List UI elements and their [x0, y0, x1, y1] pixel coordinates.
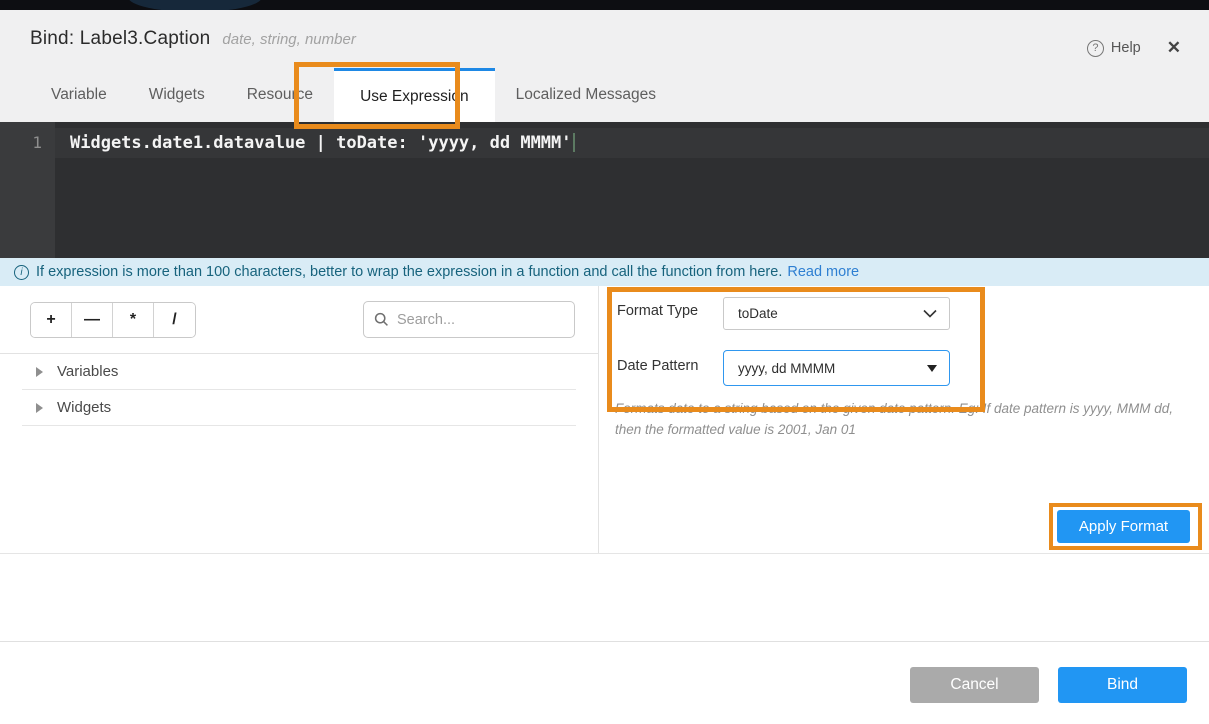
divide-operator-button[interactable]: /: [154, 303, 195, 337]
tab-resource[interactable]: Resource: [226, 68, 334, 122]
header-actions: ? Help ✕: [1087, 36, 1185, 60]
cancel-button[interactable]: Cancel: [910, 667, 1039, 703]
code-text: Widgets.date1.datavalue | toDate: 'yyyy,…: [70, 133, 572, 153]
format-type-value: toDate: [738, 306, 778, 321]
search-icon: [374, 312, 389, 327]
tree-item-variables[interactable]: Variables: [22, 354, 576, 390]
format-type-select[interactable]: toDate: [723, 297, 950, 330]
expression-editor[interactable]: 1 Widgets.date1.datavalue | toDate: 'yyy…: [0, 122, 1209, 258]
dialog-header: Bind: Label3.Caption date, string, numbe…: [0, 10, 1209, 122]
format-description: Formats date to a string based on the gi…: [615, 398, 1203, 440]
help-label: Help: [1111, 40, 1141, 56]
section-divider: [0, 553, 1209, 554]
operator-button-group: + — * /: [30, 302, 196, 338]
tree-item-widgets[interactable]: Widgets: [22, 390, 576, 426]
background-logo-hint: [128, 0, 262, 10]
title-row: Bind: Label3.Caption date, string, numbe…: [30, 28, 356, 50]
footer-divider: [0, 641, 1209, 642]
format-panel: Format Type toDate Date Pattern yyyy, dd…: [598, 286, 1209, 553]
tab-variable[interactable]: Variable: [30, 68, 128, 122]
multiply-operator-button[interactable]: *: [113, 303, 154, 337]
tab-widgets[interactable]: Widgets: [128, 68, 226, 122]
apply-format-button[interactable]: Apply Format: [1057, 510, 1190, 543]
tab-localized-messages[interactable]: Localized Messages: [495, 68, 677, 122]
page-title: Bind: Label3.Caption: [30, 28, 210, 50]
minus-operator-button[interactable]: —: [72, 303, 113, 337]
info-text: If expression is more than 100 character…: [36, 264, 782, 280]
triangle-down-icon: [927, 365, 937, 372]
binding-source-tree: Variables Widgets: [0, 354, 598, 426]
expression-code[interactable]: Widgets.date1.datavalue | toDate: 'yyyy,…: [70, 128, 575, 158]
caret-right-icon: [36, 367, 43, 377]
chevron-down-icon: [923, 309, 937, 318]
dialog-footer: Cancel Bind: [0, 667, 1209, 703]
date-pattern-label: Date Pattern: [617, 358, 698, 374]
help-icon: ?: [1087, 40, 1104, 57]
info-banner: i If expression is more than 100 charact…: [0, 258, 1209, 286]
tab-bar: Variable Widgets Resource Use Expression…: [30, 68, 677, 122]
plus-operator-button[interactable]: +: [31, 303, 72, 337]
page-subtitle: date, string, number: [222, 31, 355, 48]
main-area: + — * / Variables Widgets Format Type to…: [0, 286, 1209, 553]
search-input[interactable]: [397, 312, 557, 328]
search-input-wrap: [363, 301, 575, 338]
tab-use-expression[interactable]: Use Expression: [334, 68, 495, 122]
tree-item-label: Widgets: [57, 399, 111, 416]
read-more-link[interactable]: Read more: [787, 264, 859, 280]
tree-item-label: Variables: [57, 363, 118, 380]
background-app-strip: [0, 0, 1209, 10]
caret-right-icon: [36, 403, 43, 413]
date-pattern-value: yyyy, dd MMMM: [738, 361, 835, 376]
info-icon: i: [14, 265, 29, 280]
format-type-label: Format Type: [617, 303, 698, 319]
close-icon[interactable]: ✕: [1163, 36, 1185, 60]
text-cursor: [573, 133, 575, 152]
line-number: 1: [0, 128, 42, 158]
bind-button[interactable]: Bind: [1058, 667, 1187, 703]
date-pattern-select[interactable]: yyyy, dd MMMM: [723, 350, 950, 386]
help-button[interactable]: ? Help: [1087, 40, 1141, 57]
